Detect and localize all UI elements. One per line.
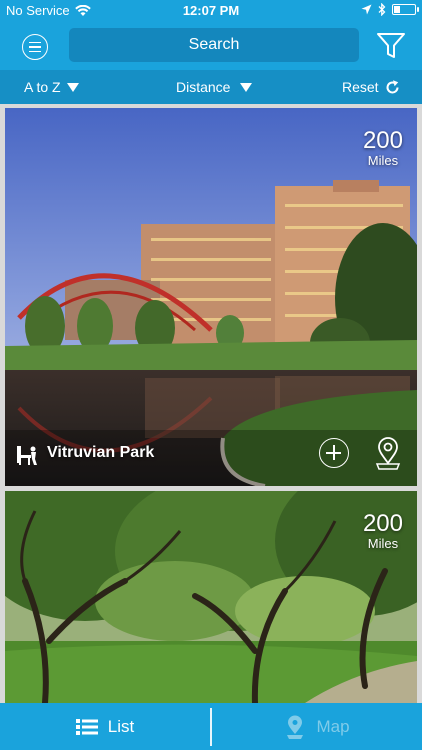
filter-icon[interactable] [376,32,406,60]
park-card[interactable]: 200 Miles [5,491,417,703]
tab-map-label: Map [316,716,350,736]
reset-button[interactable]: Reset [342,79,400,95]
status-time: 12:07 PM [182,3,240,18]
add-icon[interactable] [319,438,349,468]
tab-list-label: List [107,716,135,736]
battery-icon [392,4,419,15]
list-icon [75,718,98,735]
tab-list[interactable]: List [0,703,210,750]
bottom-tab-bar: List Map [0,703,422,750]
sort-distance-label: Distance [176,79,231,95]
search-input[interactable]: Search [69,28,359,62]
bluetooth-icon [378,3,386,16]
distance-unit: Miles [367,153,399,168]
distance-value: 200 [362,127,403,154]
dropdown-triangle-icon [66,82,79,92]
map-pin-icon[interactable] [373,436,403,470]
dropdown-triangle-icon [240,82,253,92]
sort-alphabetical-label: A to Z [24,79,61,95]
location-arrow-icon [361,4,372,15]
sort-distance-button[interactable]: Distance [176,79,253,95]
battery-fill [394,6,400,13]
refresh-icon [386,79,399,93]
status-right [361,3,419,16]
distance-badge: 200 Miles [363,128,403,168]
park-photo [5,491,417,703]
sort-bar: A to Z Distance Reset [0,70,422,104]
tab-map[interactable]: Map [212,703,422,750]
reset-label: Reset [342,79,379,95]
header: Search [0,22,422,70]
park-name: Vitruvian Park [47,444,155,461]
menu-icon[interactable] [22,34,48,60]
distance-unit: Miles [367,536,399,551]
distance-badge: 200 Miles [363,511,403,551]
sort-alphabetical-button[interactable]: A to Z [24,79,79,95]
app-screen: No Service 12:07 PM Search A to Z Distan… [0,0,422,750]
distance-value: 200 [362,510,403,537]
map-pin-icon [287,715,304,739]
status-bar: No Service 12:07 PM [0,0,422,22]
card-footer: Vitruvian Park [5,430,417,486]
park-card[interactable]: 200 Miles Vitruvian Park [5,108,417,486]
park-bench-icon [17,446,37,465]
